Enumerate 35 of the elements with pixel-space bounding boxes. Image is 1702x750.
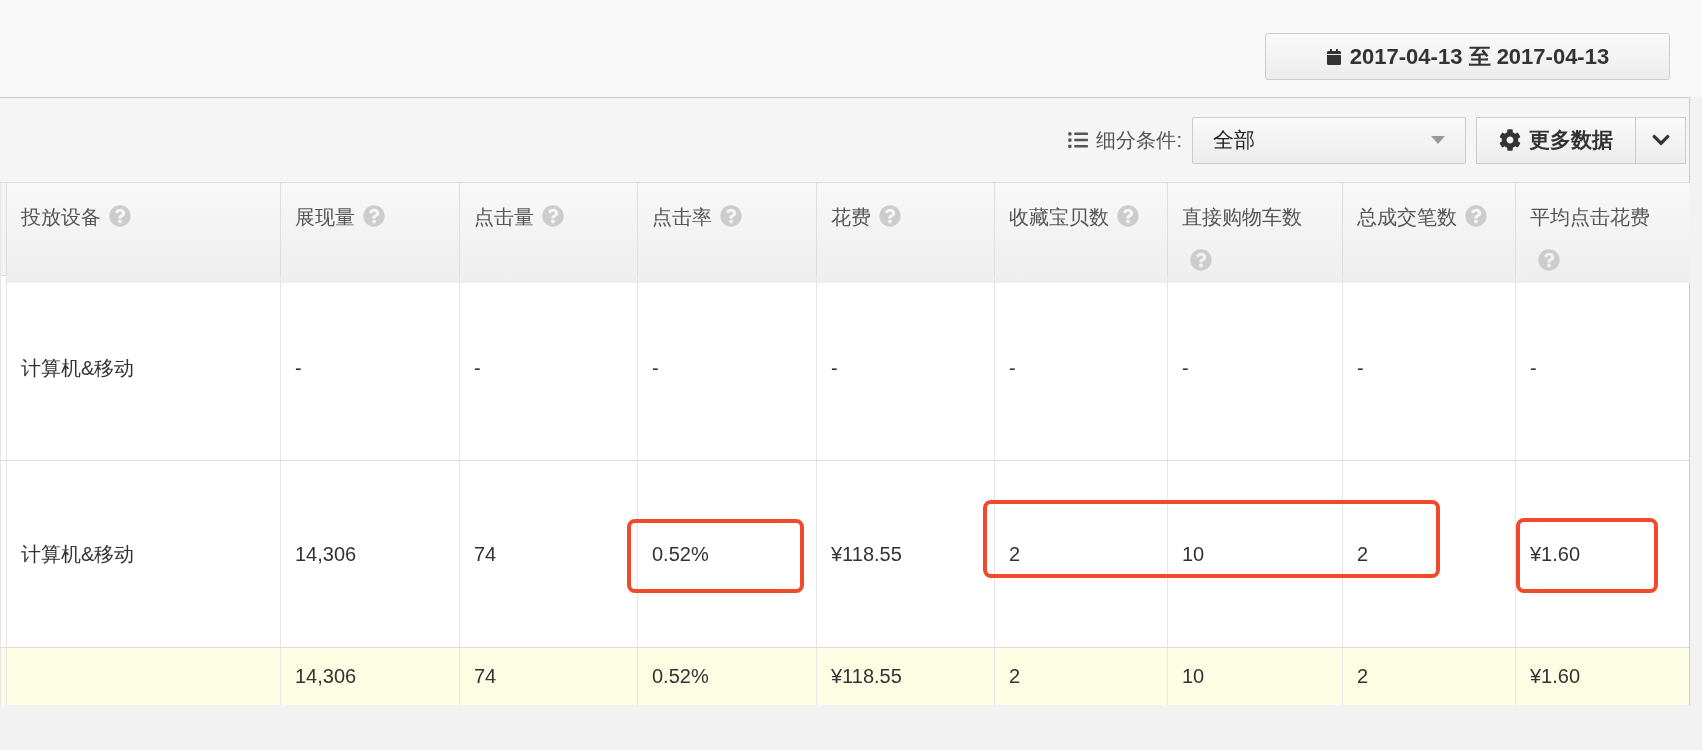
total-cell: 2 bbox=[1342, 648, 1515, 705]
column-header[interactable]: 点击量 bbox=[459, 183, 637, 283]
filter-label: 细分条件: bbox=[1068, 126, 1182, 154]
list-icon bbox=[1068, 130, 1089, 150]
date-range-button[interactable]: 2017-04-13 至 2017-04-13 bbox=[1265, 33, 1670, 80]
column-header[interactable]: 总成交笔数 bbox=[1342, 183, 1515, 283]
help-icon[interactable] bbox=[720, 205, 742, 227]
total-cell: 14,306 bbox=[280, 648, 459, 705]
help-icon[interactable] bbox=[1117, 205, 1139, 227]
help-icon[interactable] bbox=[363, 205, 385, 227]
filter-dropdown[interactable]: 全部 bbox=[1192, 116, 1466, 164]
help-icon[interactable] bbox=[109, 205, 131, 227]
total-cell: 10 bbox=[1167, 648, 1342, 705]
column-header[interactable]: 展现量 bbox=[280, 183, 459, 283]
help-icon[interactable] bbox=[542, 205, 564, 227]
total-cell: ¥1.60 bbox=[1515, 648, 1690, 705]
total-cell: 74 bbox=[459, 648, 637, 705]
dropdown-arrow-icon bbox=[1431, 136, 1445, 144]
column-header[interactable]: 平均点击花费 bbox=[1515, 183, 1690, 283]
column-header[interactable]: 点击率 bbox=[637, 183, 816, 283]
total-cell: 2 bbox=[994, 648, 1167, 705]
column-header[interactable]: 收藏宝贝数 bbox=[994, 183, 1167, 283]
help-icon[interactable] bbox=[879, 205, 901, 227]
settings-icon bbox=[1499, 129, 1521, 151]
help-icon[interactable] bbox=[1190, 249, 1212, 271]
help-icon[interactable] bbox=[1538, 249, 1560, 271]
calendar-icon bbox=[1325, 48, 1342, 65]
column-header[interactable]: 投放设备 bbox=[6, 183, 280, 283]
total-cell: 0.52% bbox=[637, 648, 816, 705]
more-data-button[interactable]: 更多数据 bbox=[1476, 116, 1636, 164]
total-cell: ¥118.55 bbox=[816, 648, 994, 705]
column-header[interactable]: 直接购物车数 bbox=[1167, 183, 1342, 283]
column-header[interactable]: 花费 bbox=[816, 183, 994, 283]
dropdown-toggle-button[interactable] bbox=[1636, 116, 1686, 164]
help-icon[interactable] bbox=[1465, 205, 1487, 227]
